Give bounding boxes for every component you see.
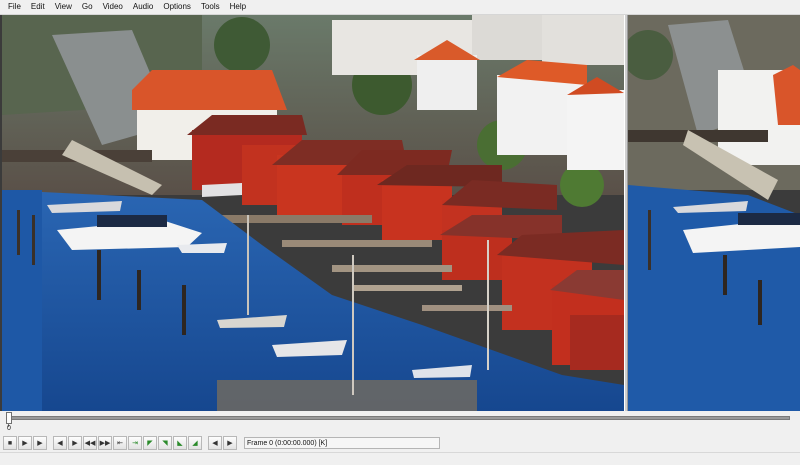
play-output-button[interactable]: ▶ <box>33 436 47 450</box>
menu-bar: File Edit View Go Video Audio Options To… <box>0 0 800 15</box>
video-area <box>0 15 800 411</box>
seek-track[interactable] <box>8 416 790 420</box>
output-video-pane[interactable] <box>628 15 800 411</box>
play-input-button[interactable]: ▶ <box>18 436 32 450</box>
prev-frame-button[interactable]: ◀ <box>53 436 67 450</box>
rewind-button[interactable]: ◀ <box>208 436 222 450</box>
mark-in-button[interactable]: ◤ <box>143 436 157 450</box>
forward-button[interactable]: ▶ <box>223 436 237 450</box>
stop-button[interactable]: ■ <box>3 436 17 450</box>
transport-toolbar: ■ ▶ ▶ ◀ ▶ ◀◀ ▶▶ ⇤ ⇥ ◤ ◥ ◣ ◢ ◀ ▶ Frame 0 … <box>0 434 800 452</box>
input-video-pane[interactable] <box>2 15 624 411</box>
menu-go[interactable]: Go <box>77 0 98 14</box>
next-frame-button[interactable]: ▶ <box>68 436 82 450</box>
mark-end-button[interactable]: ◢ <box>188 436 202 450</box>
menu-video[interactable]: Video <box>98 0 128 14</box>
menu-tools[interactable]: Tools <box>196 0 225 14</box>
menu-options[interactable]: Options <box>158 0 196 14</box>
output-frame-image <box>628 15 800 411</box>
prev-key-button[interactable]: ◀◀ <box>83 436 97 450</box>
virtualdub-window: File Edit View Go Video Audio Options To… <box>0 0 800 465</box>
menu-file[interactable]: File <box>3 0 26 14</box>
frame-readout: Frame 0 (0:00:00.000) [K] <box>244 437 440 449</box>
menu-help[interactable]: Help <box>225 0 251 14</box>
scene-back-button[interactable]: ⇤ <box>113 436 127 450</box>
menu-edit[interactable]: Edit <box>26 0 50 14</box>
timeline-seek-bar[interactable]: 0 <box>0 411 800 433</box>
seek-ticks <box>8 423 790 427</box>
status-bar <box>0 452 800 465</box>
menu-audio[interactable]: Audio <box>128 0 158 14</box>
scene-forward-button[interactable]: ⇥ <box>128 436 142 450</box>
menu-view[interactable]: View <box>50 0 77 14</box>
next-key-button[interactable]: ▶▶ <box>98 436 112 450</box>
seek-position-label: 0 <box>7 425 11 432</box>
mark-out-button[interactable]: ◥ <box>158 436 172 450</box>
input-frame-image <box>2 15 624 411</box>
mark-start-button[interactable]: ◣ <box>173 436 187 450</box>
